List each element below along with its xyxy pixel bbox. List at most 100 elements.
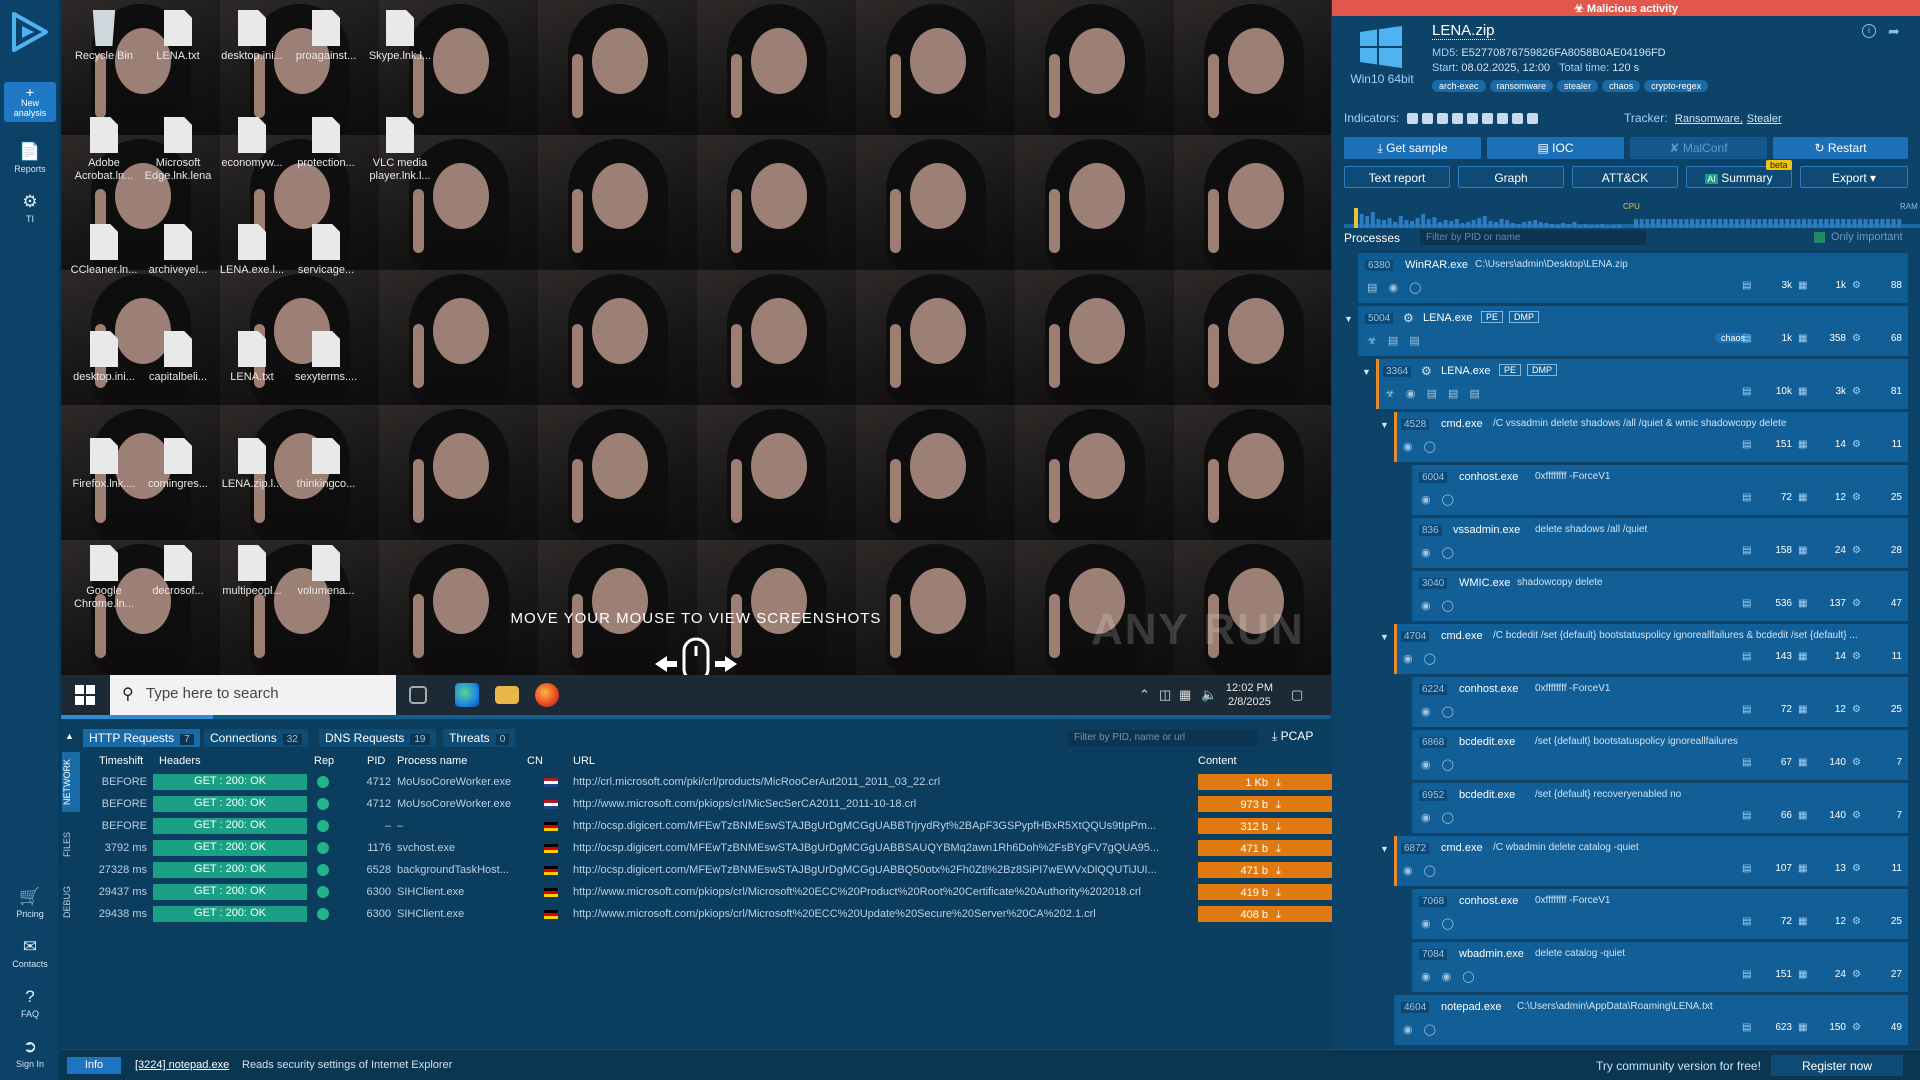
malconf-button[interactable]: ✘ MalConf xyxy=(1630,137,1767,159)
desktop-icon[interactable]: LENA.txt xyxy=(215,331,289,384)
url[interactable]: http://ocsp.digicert.com/MFEwTzBNMEswSTA… xyxy=(573,842,1193,854)
network-row[interactable]: 3792 ms GET : 200: OK 1176 svchost.exe http:… xyxy=(81,839,1348,859)
sign-in-nav-item[interactable]: ➲ Sign In xyxy=(0,1037,60,1069)
tray-chevron-icon[interactable]: ⌃ xyxy=(1139,687,1150,703)
tree-expand-icon[interactable]: ▼ xyxy=(1362,367,1371,377)
shield-indicator-icon[interactable] xyxy=(1526,113,1538,125)
desktop-icon[interactable]: Firefox.lnk.... xyxy=(67,438,141,491)
network-indicator-icon[interactable] xyxy=(1436,113,1448,125)
tag-stealer[interactable]: stealer xyxy=(1557,80,1599,92)
tag-chaos[interactable]: chaos xyxy=(1602,80,1641,92)
process-node[interactable]: 7068 conhost.exe 0xffffffff -ForceV1 ◉ ◯ ▤ 72… xyxy=(1412,889,1908,939)
anyrun-logo-icon[interactable] xyxy=(8,10,52,54)
taskbar-search[interactable]: ⚲ Type here to search xyxy=(110,675,396,715)
contacts-nav-item[interactable]: ✉ Contacts xyxy=(0,937,60,969)
request-status[interactable]: GET : 200: OK xyxy=(153,818,307,834)
desktop-icon[interactable]: volumena... xyxy=(289,545,363,598)
process-filter-input[interactable]: Filter by PID or name xyxy=(1420,230,1646,245)
status-process-link[interactable]: [3224] notepad.exe xyxy=(135,1059,229,1071)
task-view-icon[interactable] xyxy=(409,686,427,704)
desktop-icon[interactable]: CCleaner.ln... xyxy=(67,224,141,277)
taskbar-clock[interactable]: 12:02 PM 2/8/2025 xyxy=(1226,681,1273,709)
tree-expand-icon[interactable]: ▼ xyxy=(1380,420,1389,430)
process-node[interactable]: 4604 notepad.exe C:\Users\admin\AppData\Ro… xyxy=(1394,995,1908,1045)
desktop-icon[interactable]: LENA.txt xyxy=(141,10,215,63)
tag-ransomware[interactable]: ransomware xyxy=(1489,80,1554,92)
network-filter-input[interactable]: Filter by PID, name or url xyxy=(1068,730,1258,746)
edge-icon[interactable] xyxy=(455,683,479,707)
request-status[interactable]: GET : 200: OK xyxy=(153,884,307,900)
share-icon[interactable]: ➦ xyxy=(1888,23,1900,40)
restart-button[interactable]: ↻ Restart xyxy=(1773,137,1908,159)
volume-icon[interactable]: 🔈 xyxy=(1201,687,1217,703)
pcap-download-button[interactable]: ⤓ PCAP xyxy=(1272,729,1313,744)
desktop-icon[interactable]: sexyterms.... xyxy=(289,331,363,384)
get-sample-button[interactable]: ⤓ Get sample xyxy=(1344,137,1481,159)
desktop-icon[interactable]: capitalbeli... xyxy=(141,331,215,384)
request-status[interactable]: GET : 200: OK xyxy=(153,840,307,856)
process-node[interactable]: 6868 bcdedit.exe/set {default} bootstatus… xyxy=(1412,730,1908,780)
export-button[interactable]: Export ▾ xyxy=(1800,166,1908,188)
task-file-name[interactable]: LENA.zip xyxy=(1432,22,1495,40)
rocket-indicator-icon[interactable] xyxy=(1466,113,1478,125)
desktop-icon[interactable]: servicage... xyxy=(289,224,363,277)
network-row[interactable]: 27328 ms GET : 200: OK 6528 backgroundTaskH… xyxy=(81,861,1348,881)
collapse-icon[interactable]: ▲ xyxy=(65,731,74,741)
desktop-icon[interactable]: protection... xyxy=(289,117,363,170)
process-node[interactable]: 7084 wbadmin.exe delete catalog -quiet ◉ ◉ … xyxy=(1412,942,1908,992)
tab-threats[interactable]: Threats 0 xyxy=(443,729,516,747)
md5-value[interactable]: E52770876759826FA8058B0AE04196FD xyxy=(1461,47,1665,59)
attck-button[interactable]: ATT&CK xyxy=(1572,166,1678,188)
desktop-icon[interactable]: LENA.exe.l... xyxy=(215,224,289,277)
desktop-icon[interactable]: VLC media player.lnk.l... xyxy=(363,117,437,183)
desktop-icon[interactable]: thinkingco... xyxy=(289,438,363,491)
faq-nav-item[interactable]: ? FAQ xyxy=(0,987,60,1019)
content-badge[interactable]: 419 b ⤓ binary xyxy=(1198,884,1348,900)
url[interactable]: http://www.microsoft.com/pkiops/crl/Micr… xyxy=(573,908,1193,920)
info-chip[interactable]: Info xyxy=(67,1057,121,1074)
process-node[interactable]: 6872 cmd.exe/C wbadmin delete catalog -qu… xyxy=(1394,836,1908,886)
side-tab-network[interactable]: NETWORK xyxy=(62,752,80,812)
network-row[interactable]: 29438 ms GET : 200: OK 6300 SIHClient.exe ht… xyxy=(81,905,1348,925)
pricing-nav-item[interactable]: 🛒 Pricing xyxy=(0,887,60,919)
text-report-button[interactable]: Text report xyxy=(1344,166,1450,188)
desktop-icon[interactable]: Recycle Bin xyxy=(67,10,141,63)
process-node[interactable]: 3364 ⚙ LENA.exe PE DMP ☣ ◉ ▤ ▤ ▤ ▤ 10k ▦ 3k ⚙ 81 xyxy=(1376,359,1908,409)
desktop-icon[interactable]: desktop.ini... xyxy=(215,10,289,63)
tree-expand-icon[interactable]: ▼ xyxy=(1380,632,1389,642)
tracker-link-ransomware[interactable]: Ransomware, xyxy=(1675,113,1743,125)
content-badge[interactable]: 471 b ⤓ binary xyxy=(1198,840,1348,856)
stack-indicator-icon[interactable] xyxy=(1451,113,1463,125)
network-row[interactable]: BEFORE GET : 200: OK – – http://ocsp.digicer… xyxy=(81,817,1348,837)
desktop-icon[interactable]: proagainst... xyxy=(289,10,363,63)
vm-screenshot[interactable]: Recycle Bin LENA.txt desktop.ini... proagai… xyxy=(61,0,1331,675)
desktop-icon[interactable]: Google Chrome.ln... xyxy=(67,545,141,611)
url[interactable]: http://www.microsoft.com/pkiops/crl/Micr… xyxy=(573,886,1193,898)
process-node[interactable]: 6380 WinRAR.exe C:\Users\admin\Desktop\LEN… xyxy=(1358,253,1908,303)
request-status[interactable]: GET : 200: OK xyxy=(153,906,307,922)
content-badge[interactable]: 973 b ⤓ binary xyxy=(1198,796,1348,812)
process-node[interactable]: 6004 conhost.exe 0xffffffff -ForceV1 ◉ ◯ ▤ 72… xyxy=(1412,465,1908,515)
content-badge[interactable]: 471 b ⤓ binary xyxy=(1198,862,1348,878)
only-important-toggle[interactable]: Only important xyxy=(1814,231,1903,243)
url[interactable]: http://ocsp.digicert.com/MFEwTzBNMEswSTA… xyxy=(573,864,1193,876)
request-status[interactable]: GET : 200: OK xyxy=(153,862,307,878)
tag-arch-exec[interactable]: arch-exec xyxy=(1432,80,1486,92)
notification-icon[interactable]: ▢ xyxy=(1291,687,1303,703)
desktop-icon[interactable]: Microsoft Edge.lnk.lena xyxy=(141,117,215,183)
desktop-icon[interactable]: economyw... xyxy=(215,117,289,170)
tree-expand-icon[interactable]: ▼ xyxy=(1344,314,1353,324)
tray-device-icon[interactable]: ◫ xyxy=(1159,687,1171,703)
process-node[interactable]: 6224 conhost.exe 0xffffffff -ForceV1 ◉ ◯ ▤ 72… xyxy=(1412,677,1908,727)
desktop-icon[interactable]: desktop.ini... xyxy=(67,331,141,384)
network-row[interactable]: 29437 ms GET : 200: OK 6300 SIHClient.exe ht… xyxy=(81,883,1348,903)
desktop-icon[interactable]: Skype.lnk.l... xyxy=(363,10,437,63)
document-indicator-icon[interactable] xyxy=(1406,113,1418,125)
desktop-icon[interactable]: comingres... xyxy=(141,438,215,491)
tab-http-requests[interactable]: HTTP Requests 7 xyxy=(83,729,200,747)
cpu-ram-graph[interactable]: CPU RAM xyxy=(1344,200,1920,228)
process-node[interactable]: 5004 ⚙ LENA.exe PE DMP ☣ ▤ ▤ chaos ▤ 1k ▦ 358 ⚙ 68 xyxy=(1358,306,1908,356)
desktop-icon[interactable]: multipeopl... xyxy=(215,545,289,598)
graph-button[interactable]: Graph xyxy=(1458,166,1564,188)
request-status[interactable]: GET : 200: OK xyxy=(153,796,307,812)
